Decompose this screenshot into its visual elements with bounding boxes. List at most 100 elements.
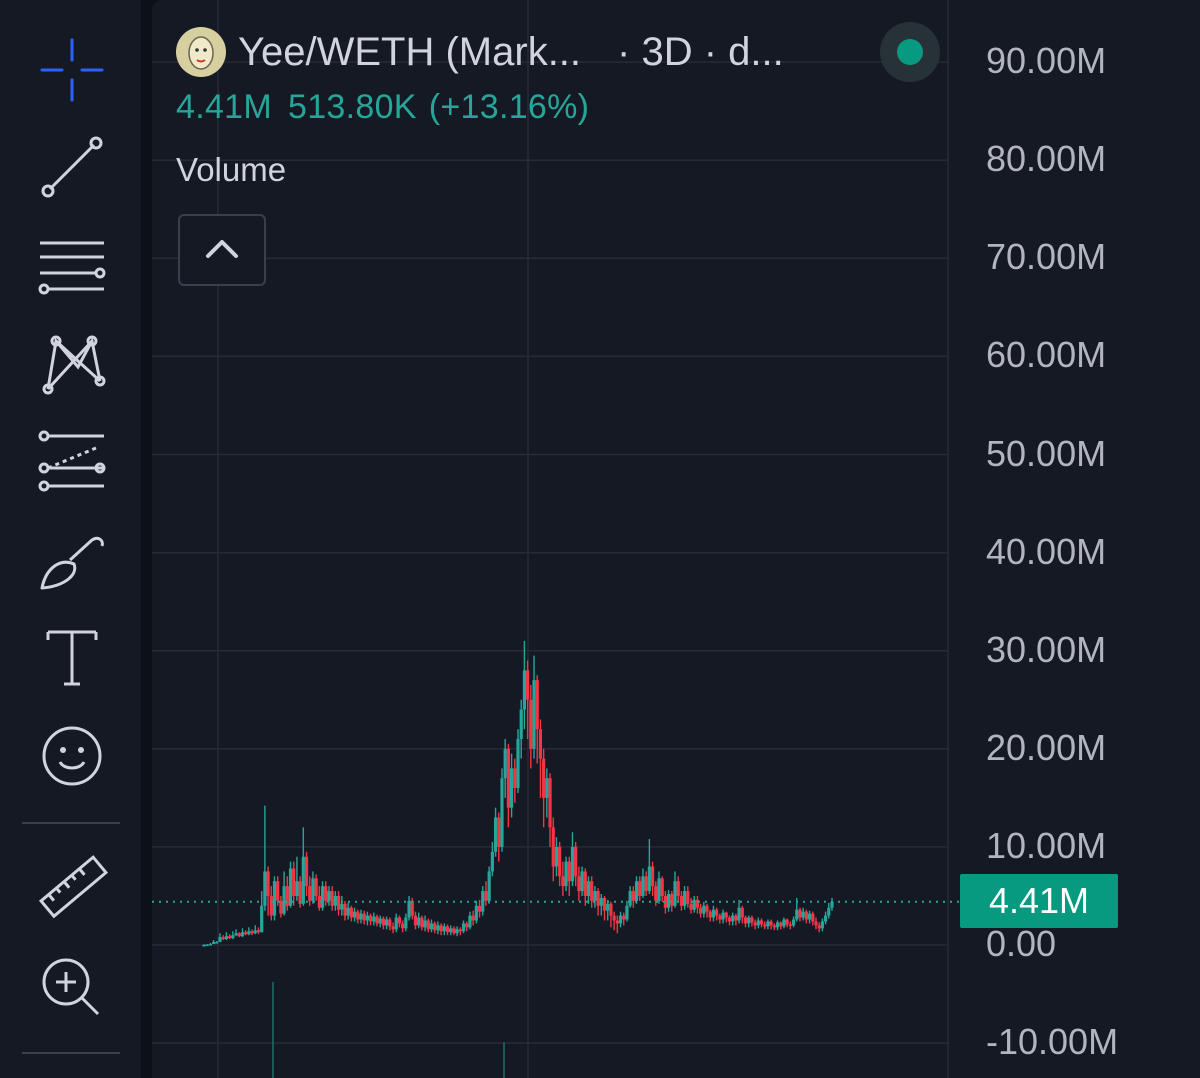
candle-body (766, 921, 770, 927)
candle-body (609, 903, 613, 916)
candle-body (490, 851, 494, 872)
candle-body (263, 871, 267, 906)
candle-body (449, 928, 453, 933)
market-status[interactable] (880, 22, 940, 82)
candle-body (445, 926, 450, 933)
candle-body (734, 915, 738, 921)
candle-body (474, 905, 478, 921)
candle-body (506, 748, 510, 808)
candle-body (224, 936, 229, 940)
crosshair-tool[interactable] (20, 30, 124, 110)
candle-body (628, 891, 632, 906)
candle-body (708, 911, 712, 918)
candle-body (650, 866, 655, 887)
candle-body (567, 861, 571, 882)
candle-body (618, 915, 623, 924)
candle-body (676, 881, 680, 896)
candle-body (801, 911, 805, 918)
candle-body (484, 891, 488, 901)
axis-tick-label: 20.00M (986, 726, 1107, 768)
candle-body (381, 918, 386, 926)
candle-body (292, 868, 296, 896)
candle-body (747, 917, 751, 924)
indicator-name[interactable]: Volume (176, 151, 936, 189)
candle-body (769, 921, 773, 926)
candle-body (631, 891, 635, 901)
candle-body (721, 912, 725, 920)
text-tool[interactable] (20, 618, 124, 698)
candle-body (699, 907, 703, 914)
candle-body (715, 909, 719, 916)
last-value-tag: 4.41M (960, 874, 1118, 928)
emoji-tool[interactable] (20, 716, 124, 796)
candle-body (503, 748, 507, 779)
candle-body (807, 913, 812, 920)
candle-body (276, 881, 280, 901)
symbol-title[interactable]: Yee/WETH (Mark... (238, 30, 581, 75)
legend-values: 4.41M 513.80K (+13.16%) (176, 88, 936, 127)
candle-body (577, 876, 581, 892)
candle-body (596, 891, 600, 906)
trend-line-tool[interactable] (20, 127, 124, 207)
axis-tick-label: 50.00M (986, 432, 1107, 474)
drawing-toolbar (0, 0, 142, 1078)
zoom-in-tool[interactable] (20, 946, 124, 1026)
candle-body (356, 911, 360, 920)
symbol-interval[interactable]: · 3D · d... (617, 30, 784, 75)
candle-body (256, 930, 261, 933)
candle-body (586, 881, 591, 896)
candle-body (426, 920, 430, 930)
candle-body (429, 923, 434, 930)
forecast-tool[interactable] (20, 422, 124, 502)
candle-body (689, 903, 693, 910)
candle-body (516, 738, 520, 789)
brush-tool[interactable] (20, 520, 124, 600)
candle-body (743, 917, 748, 924)
candle-body (330, 891, 334, 906)
zoom-in-icon (42, 958, 100, 1016)
candle-body (298, 881, 302, 904)
candle-body (583, 871, 587, 896)
axis-tick-label: 0.00 (986, 923, 1057, 964)
candle-body (529, 699, 533, 749)
candle-body (234, 933, 238, 936)
chevron-up-icon (206, 240, 238, 258)
candle-body (336, 895, 341, 910)
candle-body (455, 929, 459, 934)
chart-panel[interactable]: Yee/WETH (Mark... · 3D · d... 4.41M 513.8… (152, 0, 1200, 1078)
candle-body (827, 907, 831, 916)
candle-body (442, 926, 446, 932)
candle-body (423, 920, 427, 928)
candle-body (221, 937, 225, 940)
candle-body (500, 778, 504, 847)
ruler-tool[interactable] (20, 848, 124, 928)
candle-body (208, 944, 213, 946)
candle-body (212, 942, 216, 945)
pattern-tool[interactable] (20, 323, 124, 403)
candle-body (724, 912, 728, 918)
candle-body (727, 917, 732, 922)
candle-body (590, 881, 594, 901)
candle-body (301, 856, 305, 904)
candle-body (260, 905, 264, 933)
candle-body (612, 915, 616, 921)
candle-body (468, 915, 472, 928)
candle-body (433, 923, 437, 931)
collapse-legend-button[interactable] (178, 214, 266, 286)
horizontal-lines-tool[interactable] (20, 225, 124, 305)
change-value: 513.80K (288, 88, 417, 126)
candle-body (548, 778, 552, 828)
candle-body (753, 922, 757, 926)
candle-body (407, 900, 411, 918)
candle-body (279, 900, 283, 914)
candle-body (285, 886, 289, 906)
candle-body (410, 900, 414, 916)
candle-body (314, 878, 318, 896)
candle-body (683, 891, 687, 906)
candle-body (772, 925, 776, 928)
candle-body (763, 924, 767, 927)
candle-body (282, 886, 286, 914)
candle-body (532, 680, 536, 749)
candle-body (817, 925, 821, 929)
candle-body (205, 944, 209, 947)
